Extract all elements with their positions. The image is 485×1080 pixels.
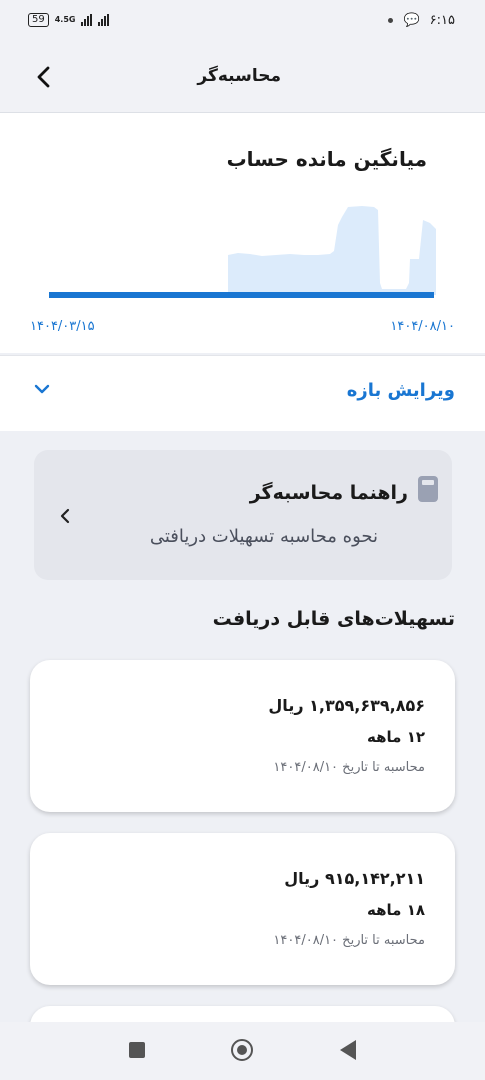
loan-card[interactable]: ۱,۳۵۹,۶۳۹,۸۵۶ ریال ۱۲ ماهه محاسبه تا تار… [30, 660, 455, 812]
system-nav-bar [0, 1022, 485, 1080]
battery-icon: 59 [28, 13, 49, 27]
signal-icon [81, 14, 93, 26]
status-bar: 59 4.5G 💬 ۶:۱۵ [0, 0, 485, 46]
edit-range-label: ویرایش بازه [346, 380, 455, 401]
loan-term: ۱۲ ماهه [367, 728, 425, 746]
chevron-down-icon [34, 384, 50, 394]
status-time: ۶:۱۵ [429, 13, 455, 28]
chevron-left-icon [60, 508, 70, 524]
message-icon: 💬 [403, 13, 420, 28]
guide-title: راهنما محاسبه‌گر [249, 482, 408, 504]
balance-chart [49, 206, 436, 298]
loan-amount: ۱,۳۵۹,۶۳۹,۸۵۶ ریال [268, 696, 425, 715]
home-icon[interactable] [231, 1039, 253, 1061]
calculator-icon [418, 476, 438, 502]
chevron-left-icon [37, 66, 50, 88]
loans-section-title: تسهیلات‌های قابل دریافت [212, 608, 455, 630]
loan-calc-date: محاسبه تا تاریخ ۱۴۰۴/۰۸/۱۰ [273, 760, 425, 775]
guide-subtitle: نحوه محاسبه تسهیلات دریافتی [149, 526, 378, 547]
balance-chart-card: میانگین مانده حساب ۱۴۰۴/۰۳/۱۵ ۱۴۰۴/۰۸/۱۰ [0, 113, 485, 353]
back-triangle-icon[interactable] [340, 1040, 356, 1060]
chart-end-date: ۱۴۰۴/۰۸/۱۰ [390, 319, 455, 334]
page-title: محاسبه‌گر [197, 66, 281, 86]
status-left: 59 4.5G [28, 13, 110, 27]
edit-range-row[interactable]: ویرایش بازه [0, 355, 485, 431]
recents-icon[interactable] [129, 1042, 145, 1058]
network-type: 4.5G [54, 15, 76, 24]
loan-amount: ۹۱۵,۱۴۲,۲۱۱ ریال [284, 869, 425, 888]
loan-term: ۱۸ ماهه [367, 901, 425, 919]
calculator-guide-card[interactable]: راهنما محاسبه‌گر نحوه محاسبه تسهیلات دری… [34, 450, 452, 580]
back-button[interactable] [28, 62, 58, 92]
notification-dot-icon [388, 18, 394, 23]
chart-start-date: ۱۴۰۴/۰۳/۱۵ [30, 319, 95, 334]
loan-calc-date: محاسبه تا تاریخ ۱۴۰۴/۰۸/۱۰ [273, 933, 425, 948]
app-bar: محاسبه‌گر [0, 46, 485, 113]
signal-icon-2 [98, 14, 110, 26]
chart-area [228, 206, 436, 295]
loan-card[interactable]: ۹۱۵,۱۴۲,۲۱۱ ریال ۱۸ ماهه محاسبه تا تاریخ… [30, 833, 455, 985]
status-right: 💬 ۶:۱۵ [388, 13, 455, 28]
